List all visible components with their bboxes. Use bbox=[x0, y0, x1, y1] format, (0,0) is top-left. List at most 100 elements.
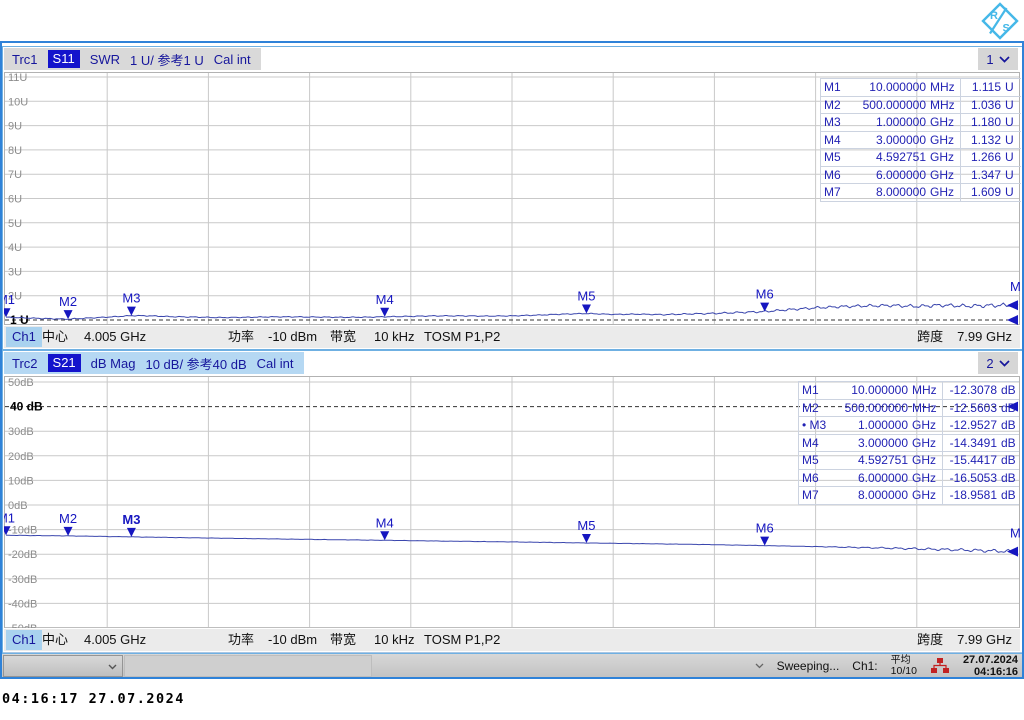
y-axis-tick-label: 9U bbox=[8, 121, 22, 133]
channel2-bar: Ch1 中心 4.005 GHz 功率 -10 dBm 带宽 10 kHz TO… bbox=[4, 629, 1020, 651]
power-label: 功率 bbox=[228, 632, 255, 647]
marker-table-row: M7 8.000000 GHz -18.9581 dB bbox=[799, 487, 1019, 505]
marker-triangle[interactable] bbox=[126, 527, 136, 537]
marker-label: M4 bbox=[376, 515, 394, 530]
marker-table-row: M2 500.000000 MHz 1.036 U bbox=[821, 96, 1021, 114]
trace2-name[interactable]: Trc2 bbox=[12, 356, 38, 371]
window1-selector[interactable]: 1 bbox=[978, 48, 1018, 70]
y-axis-tick-label: -50dB bbox=[8, 623, 37, 628]
marker-triangle[interactable] bbox=[63, 310, 73, 320]
marker-label: M5 bbox=[577, 289, 595, 304]
trace2-header[interactable]: Trc2 S21 dB Mag 10 dB/ 参考40 dB Cal int bbox=[4, 352, 304, 374]
y-axis-tick-label: 50dB bbox=[8, 377, 34, 389]
span-value[interactable]: 7.99 GHz bbox=[957, 326, 1012, 348]
y-axis-tick-label: 3U bbox=[8, 266, 22, 278]
center-freq-label: 中心 bbox=[42, 329, 69, 344]
chevron-down-icon[interactable] bbox=[755, 663, 764, 669]
bandwidth-value[interactable]: 10 kHz bbox=[374, 326, 414, 348]
marker-triangle[interactable] bbox=[581, 533, 591, 543]
status-dropdown[interactable] bbox=[3, 655, 123, 677]
marker-table-row: M2 500.000000 MHz -12.5603 dB bbox=[799, 399, 1019, 417]
marker-label: M3 bbox=[122, 291, 140, 306]
trace2-format[interactable]: dB Mag bbox=[91, 356, 136, 371]
average-value: 10/10 bbox=[890, 664, 917, 677]
trace1-sparam-badge[interactable]: S11 bbox=[47, 50, 80, 68]
status-channel-label: Ch1: bbox=[852, 658, 878, 673]
marker-label: M6 bbox=[756, 521, 774, 536]
y-axis-tick-label: 7U bbox=[8, 169, 22, 181]
marker-table-row: M5 4.592751 GHz -15.4417 dB bbox=[799, 452, 1019, 470]
y-axis-tick-label: 4U bbox=[8, 242, 22, 254]
marker-label: M3 bbox=[122, 512, 140, 527]
trace1-cal-state: Cal int bbox=[213, 51, 251, 67]
marker-triangle[interactable] bbox=[380, 307, 390, 317]
marker-table-row: M5 4.592751 GHz 1.266 U bbox=[821, 149, 1021, 167]
power-value[interactable]: -10 dBm bbox=[268, 326, 317, 348]
y-axis-tick-label: 20dB bbox=[8, 451, 34, 463]
marker-label: M4 bbox=[376, 292, 394, 307]
y-axis-tick-label: -30dB bbox=[8, 574, 37, 586]
y-axis-tick-label: -20dB bbox=[8, 549, 37, 561]
window2-selector[interactable]: 2 bbox=[978, 352, 1018, 374]
bandwidth-label: 带宽 bbox=[330, 632, 357, 647]
span-label: 跨度 bbox=[917, 329, 944, 344]
chevron-down-icon bbox=[999, 359, 1010, 367]
channel-chip[interactable]: Ch1 bbox=[6, 327, 42, 347]
marker-label: M7 bbox=[1010, 279, 1020, 294]
ref-level-label: 40 dB bbox=[10, 400, 43, 414]
marker-triangle[interactable] bbox=[380, 531, 390, 541]
marker-label: M7 bbox=[1010, 526, 1020, 541]
center-freq-label: 中心 bbox=[42, 632, 69, 647]
average-counter: 平均 10/10 bbox=[891, 655, 917, 677]
marker-triangle[interactable] bbox=[1007, 546, 1018, 557]
chevron-down-icon bbox=[108, 664, 117, 670]
center-freq-value[interactable]: 4.005 GHz bbox=[84, 629, 146, 651]
trace1-header[interactable]: Trc1 S11 SWR 1 U/ 参考1 U Cal int bbox=[4, 48, 261, 70]
marker-triangle[interactable] bbox=[581, 304, 591, 314]
window1-number: 1 bbox=[986, 51, 994, 67]
marker-table-row: M6 6.000000 GHz -16.5053 dB bbox=[799, 469, 1019, 487]
marker-triangle[interactable] bbox=[63, 526, 73, 536]
marker-triangle[interactable] bbox=[760, 302, 770, 312]
status-panel bbox=[124, 655, 372, 677]
vna-screen: R S Trc1 S11 SWR 1 U/ 参考1 U Cal int 1 11… bbox=[0, 0, 1024, 720]
datetime-display: 27.07.2024 04:16:16 bbox=[963, 654, 1018, 678]
ref-level-arrow bbox=[1007, 315, 1018, 325]
channel1-bar: Ch1 中心 4.005 GHz 功率 -10 dBm 带宽 10 kHz TO… bbox=[4, 326, 1020, 348]
marker-label: M2 bbox=[59, 294, 77, 309]
ref-level-label: 1 U bbox=[10, 313, 29, 325]
y-axis-tick-label: 10U bbox=[8, 96, 28, 108]
trace1-name[interactable]: Trc1 bbox=[12, 52, 38, 67]
rohde-schwarz-logo: R S bbox=[981, 2, 1019, 40]
marker-triangle[interactable] bbox=[1007, 300, 1018, 311]
trace1-format[interactable]: SWR bbox=[90, 52, 120, 67]
trace1-scale[interactable]: 1 U/ 参考1 U bbox=[130, 50, 204, 69]
lan-status-icon bbox=[930, 658, 949, 673]
marker-table-row: M7 8.000000 GHz 1.609 U bbox=[821, 184, 1021, 202]
marker-label: M1 bbox=[4, 292, 15, 307]
marker-label: M1 bbox=[4, 510, 15, 525]
sweep-status: Sweeping... bbox=[776, 658, 840, 673]
marker-table-row: M4 3.000000 GHz 1.132 U bbox=[821, 131, 1021, 149]
span-value[interactable]: 7.99 GHz bbox=[957, 629, 1012, 651]
status-date: 27.07.2024 bbox=[962, 653, 1018, 666]
power-value[interactable]: -10 dBm bbox=[268, 629, 317, 651]
marker-table-row: M1 10.000000 MHz 1.115 U bbox=[821, 79, 1021, 97]
center-freq-value[interactable]: 4.005 GHz bbox=[84, 326, 146, 348]
marker-table-row: • M3 1.000000 GHz -12.9527 dB bbox=[799, 417, 1019, 435]
span-label: 跨度 bbox=[917, 632, 944, 647]
channel-chip[interactable]: Ch1 bbox=[6, 630, 42, 650]
y-axis-tick-label: -40dB bbox=[8, 598, 37, 610]
power-label: 功率 bbox=[228, 329, 255, 344]
bandwidth-value[interactable]: 10 kHz bbox=[374, 629, 414, 651]
marker-triangle[interactable] bbox=[760, 536, 770, 546]
y-axis-tick-label: -10dB bbox=[8, 525, 37, 537]
y-axis-tick-label: 6U bbox=[8, 194, 22, 206]
marker-table-1: M1 10.000000 MHz 1.115 U M2 500.000000 MHz 1.036… bbox=[820, 78, 1021, 202]
trace2-sparam-badge[interactable]: S21 bbox=[47, 354, 81, 372]
marker-table-row: M6 6.000000 GHz 1.347 U bbox=[821, 166, 1021, 184]
trace2-scale[interactable]: 10 dB/ 参考40 dB bbox=[145, 354, 246, 373]
marker-table-row: M1 10.000000 MHz -12.3078 dB bbox=[799, 382, 1019, 400]
marker-triangle[interactable] bbox=[126, 306, 136, 316]
marker-table-row: M4 3.000000 GHz -14.3491 dB bbox=[799, 434, 1019, 452]
